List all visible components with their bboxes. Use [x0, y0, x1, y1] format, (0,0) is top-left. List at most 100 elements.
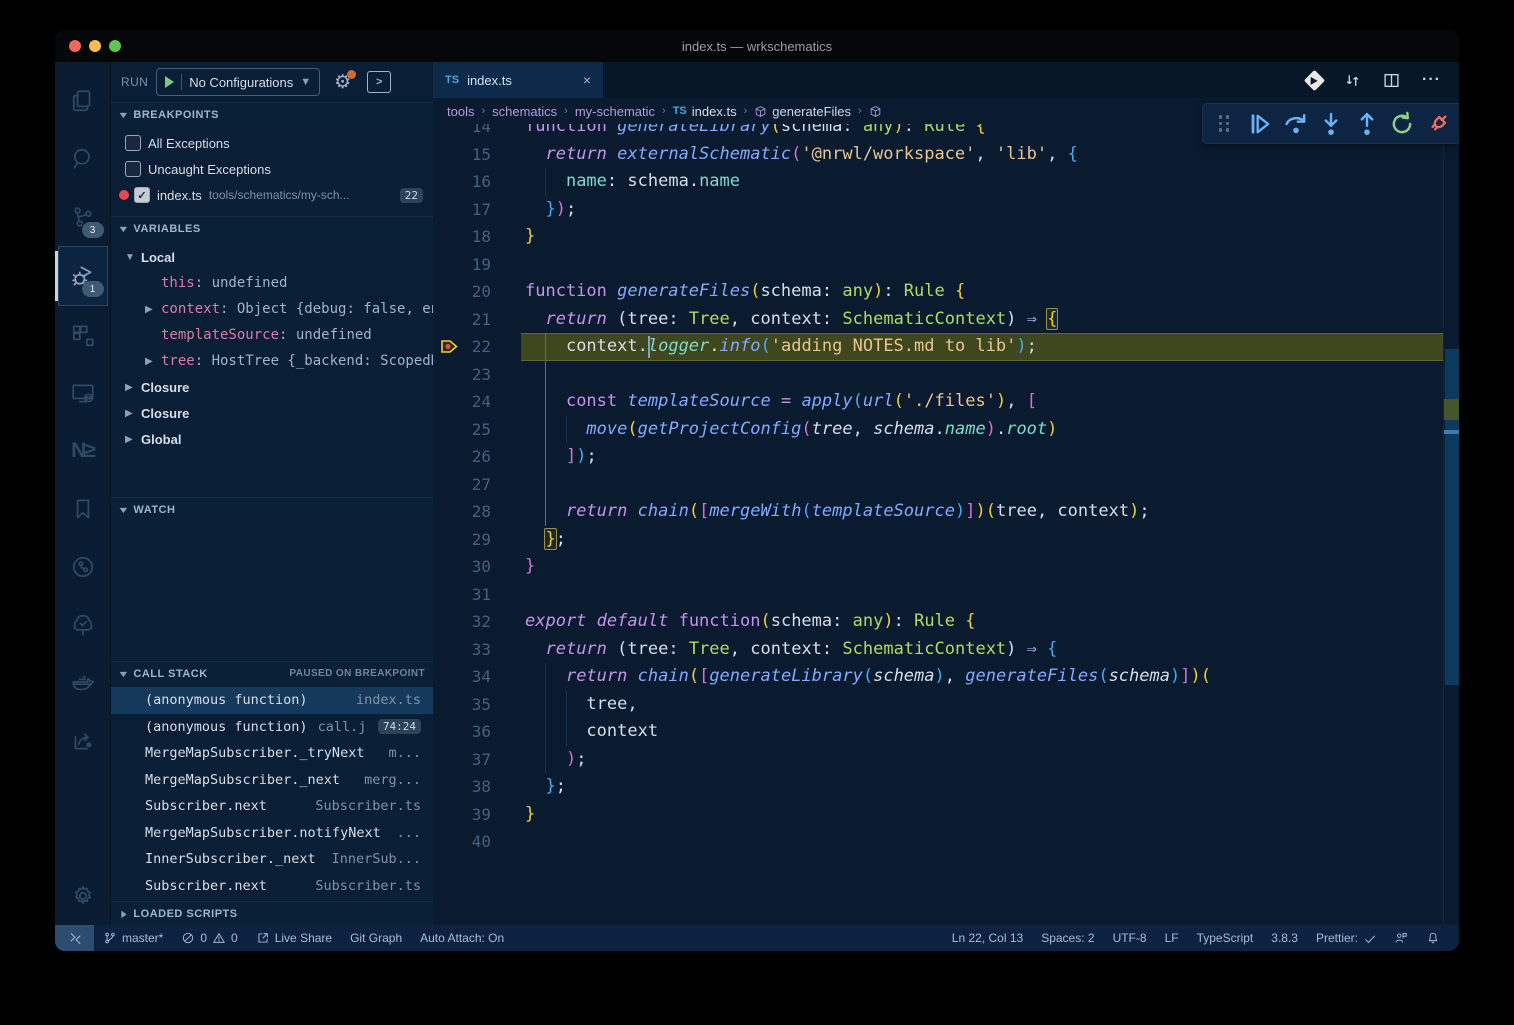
code-line-28[interactable]: 28 return chain([mergeWith(templateSourc…: [433, 498, 1444, 526]
code-line-26[interactable]: 26 ]);: [433, 443, 1444, 471]
code-line-17[interactable]: 17 });: [433, 196, 1444, 224]
source-control-activity-button[interactable]: 3: [59, 188, 107, 246]
code-line-15[interactable]: 15 return externalSchematic('@nrwl/works…: [433, 141, 1444, 169]
status-item-git-graph[interactable]: Git Graph: [341, 925, 411, 951]
call-stack-frame[interactable]: Subscriber.nextSubscriber.ts: [111, 873, 433, 900]
extensions-activity-button[interactable]: [59, 306, 107, 364]
call-stack-frame[interactable]: MergeMapSubscriber._tryNextm...: [111, 740, 433, 767]
variable-row[interactable]: templateSource: undefined: [111, 322, 433, 348]
close-window-button[interactable]: [69, 40, 81, 52]
breadcrumb-item[interactable]: my-schematic: [575, 104, 655, 119]
code-line-18[interactable]: 18}: [433, 223, 1444, 251]
code-line-23[interactable]: 23: [433, 361, 1444, 389]
todo-tree-activity-button[interactable]: [59, 596, 107, 654]
call-stack-frame[interactable]: MergeMapSubscriber._nextmerg...: [111, 767, 433, 794]
status-item-0[interactable]: 00: [172, 925, 246, 951]
nx-console-activity-button[interactable]: N≥: [59, 422, 107, 480]
loaded-scripts-header[interactable]: ▼ LOADED SCRIPTS: [111, 901, 433, 925]
launch-config-dropdown[interactable]: No Configurations ▼: [156, 68, 320, 96]
code-area[interactable]: 14function generateLibrary(schema: any):…: [433, 124, 1459, 925]
split-editor-icon[interactable]: [1383, 72, 1400, 89]
variable-row[interactable]: ▶Closure: [111, 400, 433, 426]
status-item-utf-8[interactable]: UTF-8: [1104, 925, 1156, 951]
breadcrumb-item[interactable]: generateFiles: [754, 104, 851, 119]
code-line-38[interactable]: 38 };: [433, 773, 1444, 801]
checkbox[interactable]: ✓: [134, 187, 150, 203]
step-out-icon[interactable]: [1353, 110, 1381, 138]
call-stack-frame[interactable]: (anonymous function)call.js74:24: [111, 714, 433, 741]
code-line-31[interactable]: 31: [433, 581, 1444, 609]
checkbox[interactable]: [125, 135, 141, 151]
bookmarks-activity-button[interactable]: [59, 480, 107, 538]
variable-row[interactable]: this: undefined: [111, 270, 433, 296]
minimize-window-button[interactable]: [89, 40, 101, 52]
variable-row[interactable]: ▶Global: [111, 426, 433, 452]
status-item-ln-22-col-13[interactable]: Ln 22, Col 13: [943, 925, 1032, 951]
code-line-36[interactable]: 36 context: [433, 718, 1444, 746]
status-item-spaces-2[interactable]: Spaces: 2: [1032, 925, 1103, 951]
docker-activity-button[interactable]: [59, 654, 107, 712]
code-line-24[interactable]: 24 const templateSource = apply(url('./f…: [433, 388, 1444, 416]
status-item-bell-icon[interactable]: [1417, 925, 1449, 951]
breakpoint-row[interactable]: ✓index.tstools/schematics/my-sch...22: [111, 182, 433, 208]
close-tab-icon[interactable]: ×: [583, 72, 591, 88]
code-line-27[interactable]: 27: [433, 471, 1444, 499]
code-line-19[interactable]: 19: [433, 251, 1444, 279]
files-activity-button[interactable]: [59, 72, 107, 130]
code-line-29[interactable]: 29 };: [433, 526, 1444, 554]
variable-row[interactable]: ▶context: Object {debug: false, en…: [111, 296, 433, 322]
zoom-window-button[interactable]: [109, 40, 121, 52]
code-line-33[interactable]: 33 return (tree: Tree, context: Schemati…: [433, 636, 1444, 664]
call-stack-header[interactable]: ▼ CALL STACK PAUSED ON BREAKPOINT: [111, 661, 433, 685]
configure-gear-button[interactable]: ⚙: [334, 73, 351, 92]
run-code-icon[interactable]: [1304, 69, 1325, 90]
variables-header[interactable]: ▼ VARIABLES: [111, 216, 433, 240]
share-arrow-activity-button[interactable]: [59, 712, 107, 770]
breadcrumb-item[interactable]: TSindex.ts: [673, 104, 737, 119]
start-debug-icon[interactable]: [165, 76, 174, 88]
breakpoint-row[interactable]: Uncaught Exceptions: [111, 156, 433, 182]
remote-explorer-activity-button[interactable]: [59, 364, 107, 422]
gitlens-activity-button[interactable]: [59, 538, 107, 596]
variable-row[interactable]: ▶Closure: [111, 374, 433, 400]
status-item-prettier-[interactable]: Prettier:: [1307, 925, 1385, 951]
call-stack-frame[interactable]: InnerSubscriber._nextInnerSub...: [111, 846, 433, 873]
code-line-39[interactable]: 39}: [433, 801, 1444, 829]
open-changes-icon[interactable]: [1344, 72, 1361, 89]
step-into-icon[interactable]: [1317, 110, 1345, 138]
watch-header[interactable]: ▼ WATCH: [111, 497, 433, 521]
search-activity-button[interactable]: [59, 130, 107, 188]
status-item-auto-attach-on[interactable]: Auto Attach: On: [411, 925, 513, 951]
code-line-21[interactable]: 21 return (tree: Tree, context: Schemati…: [433, 306, 1444, 334]
debug-console-button[interactable]: >: [367, 71, 391, 93]
breadcrumb-item[interactable]: [869, 105, 887, 118]
breadcrumb-item[interactable]: tools: [447, 104, 474, 119]
status-item-live-share[interactable]: Live Share: [247, 925, 341, 951]
code-line-37[interactable]: 37 );: [433, 746, 1444, 774]
code-line-32[interactable]: 32export default function(schema: any): …: [433, 608, 1444, 636]
more-actions-icon[interactable]: ···: [1422, 71, 1441, 89]
breakpoints-header[interactable]: ▼ BREAKPOINTS: [111, 102, 433, 126]
breadcrumb-item[interactable]: schematics: [492, 104, 557, 119]
call-stack-frame[interactable]: Subscriber.nextSubscriber.ts: [111, 793, 433, 820]
call-stack-frame[interactable]: (anonymous function)index.ts: [111, 687, 433, 714]
code-line-34[interactable]: 34 return chain([generateLibrary(schema)…: [433, 663, 1444, 691]
code-line-16[interactable]: 16 name: schema.name: [433, 168, 1444, 196]
restart-icon[interactable]: [1388, 110, 1416, 138]
settings-gear-activity-button[interactable]: [59, 867, 107, 925]
editor-scrollbar[interactable]: [1443, 124, 1459, 925]
code-line-35[interactable]: 35 tree,: [433, 691, 1444, 719]
status-item-master-[interactable]: master*: [94, 925, 172, 951]
code-line-30[interactable]: 30}: [433, 553, 1444, 581]
status-item-lf[interactable]: LF: [1156, 925, 1188, 951]
remote-indicator[interactable]: [55, 925, 94, 951]
code-line-20[interactable]: 20function generateFiles(schema: any): R…: [433, 278, 1444, 306]
checkbox[interactable]: [125, 161, 141, 177]
step-over-icon[interactable]: [1282, 110, 1310, 138]
tab-index-ts[interactable]: TS index.ts ×: [433, 62, 603, 98]
breakpoint-row[interactable]: All Exceptions: [111, 130, 433, 156]
variable-row[interactable]: ▼Local: [111, 244, 433, 270]
status-item-3-8-3[interactable]: 3.8.3: [1262, 925, 1307, 951]
status-item-typescript[interactable]: TypeScript: [1188, 925, 1263, 951]
code-line-40[interactable]: 40: [433, 828, 1444, 856]
